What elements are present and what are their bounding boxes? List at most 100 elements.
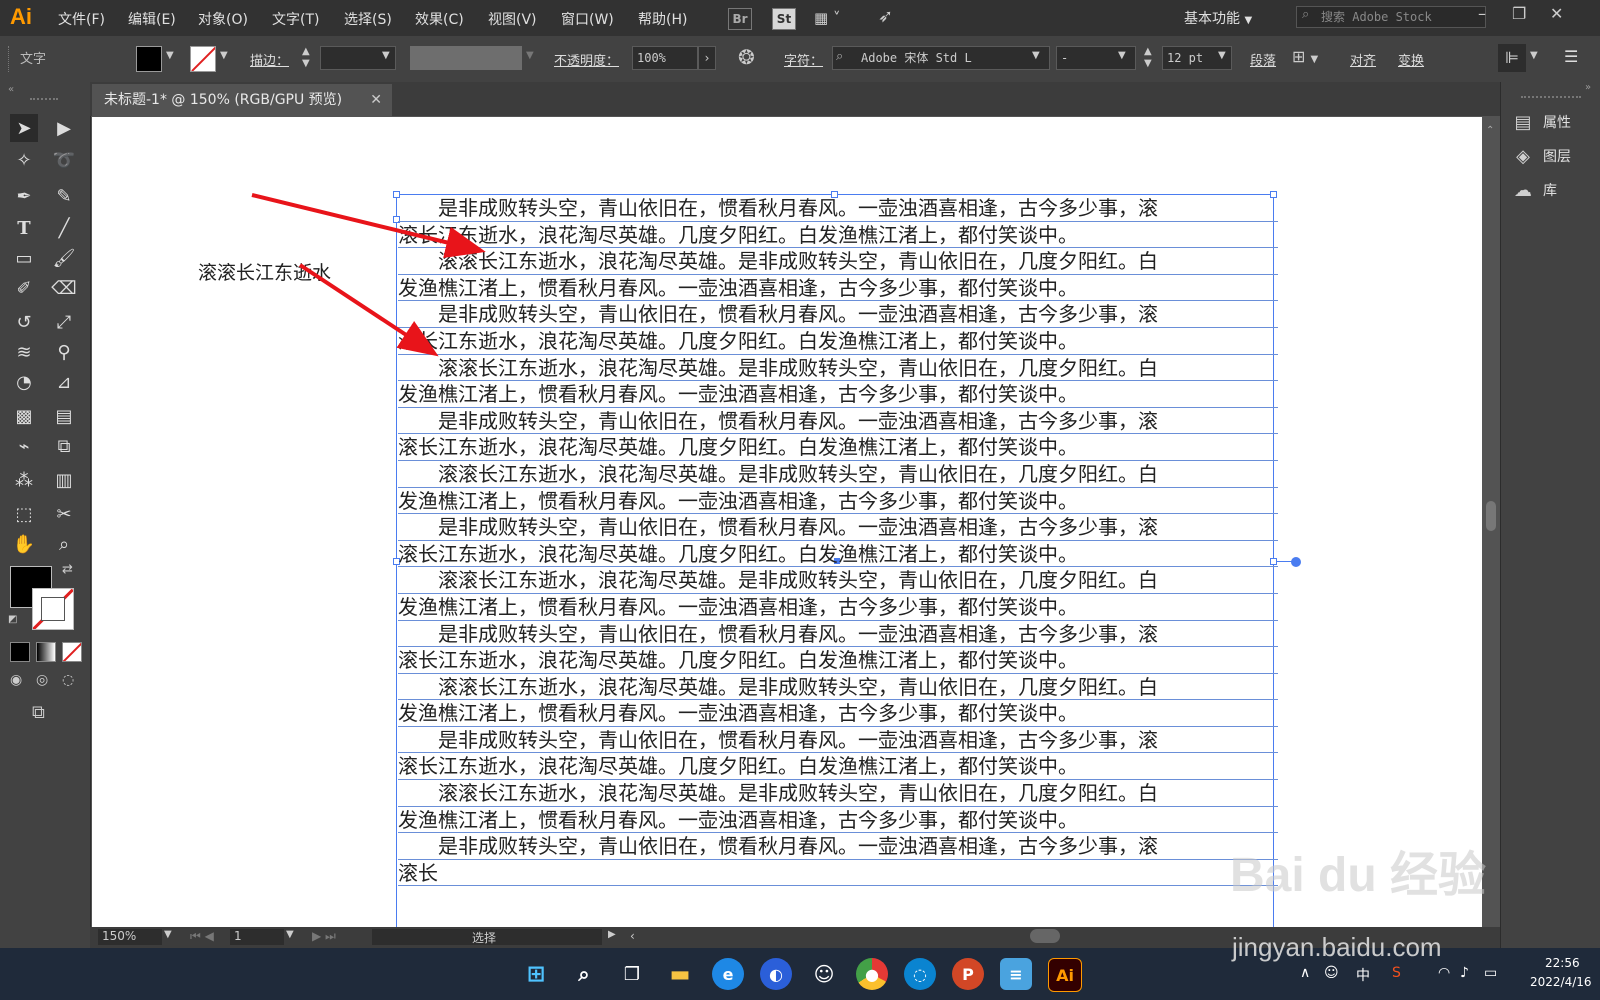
close-tab-icon[interactable]: ✕ (370, 84, 382, 116)
restore-icon[interactable]: ❐ (1512, 4, 1526, 23)
horizontal-scrollbar-thumb[interactable] (1030, 929, 1060, 943)
eraser-icon[interactable]: ⌫ (50, 274, 78, 302)
first-artboard-icon[interactable]: ⏮ ◀ (190, 929, 214, 944)
char-label[interactable]: 字符： (784, 50, 823, 69)
pen-tool-icon[interactable]: ✒ (10, 182, 38, 210)
workspace-switcher[interactable]: 基本功能 ▼ (1184, 8, 1252, 28)
symbol-sprayer-icon[interactable]: ⁂ (10, 466, 38, 494)
menu-file[interactable]: 文件(F) (58, 9, 105, 29)
gpu-rocket-icon[interactable]: ➶ (878, 6, 893, 27)
align-label[interactable]: 对齐 (1350, 50, 1376, 69)
font-size-stepper[interactable]: ▲ ▼ (1144, 46, 1152, 70)
vertical-scrollbar[interactable]: ⌃ (1482, 117, 1500, 927)
gradient-tool-icon[interactable]: ▤ (50, 402, 78, 430)
ime-indicator[interactable]: 中 (1356, 965, 1370, 985)
screen-mode-icon[interactable]: ⧉ (32, 702, 45, 723)
stroke-stepper[interactable]: ▲ ▼ (302, 46, 310, 70)
qq-tray-icon[interactable]: ☺ (1324, 965, 1339, 981)
libraries-panel-button[interactable]: ☁ 库 (1513, 176, 1593, 204)
default-colors-icon[interactable]: ◩ (8, 614, 17, 625)
rotate-tool-icon[interactable]: ↺ (10, 308, 38, 336)
opacity-field[interactable]: 100% (632, 46, 698, 70)
rectangle-tool-icon[interactable]: ▭ (10, 244, 38, 272)
paragraph-label[interactable]: 段落 (1250, 50, 1276, 69)
collapse-icon[interactable]: » (1585, 82, 1591, 93)
text-wrap-icon[interactable]: ⊫ (1498, 44, 1526, 72)
minimize-icon[interactable]: – (1478, 4, 1486, 23)
type-tool-icon[interactable]: T (10, 214, 38, 242)
chevron-down-icon[interactable]: ▼ (164, 929, 172, 940)
task-view-icon[interactable]: ❐ (616, 958, 648, 990)
chevron-up-icon[interactable]: ∧ (1300, 965, 1310, 981)
windows-start-icon[interactable]: ⊞ (520, 958, 552, 990)
chevron-down-icon[interactable]: ▼ (166, 50, 174, 61)
chevron-left-icon[interactable]: ‹ (630, 929, 635, 943)
scale-tool-icon[interactable]: ⤢ (50, 308, 78, 336)
none-mode-icon[interactable] (62, 642, 82, 662)
chevron-right-icon[interactable]: ▶ (608, 929, 616, 940)
direct-selection-tool-icon[interactable]: ▶ (50, 114, 78, 142)
eyedropper-icon[interactable]: ⌁ (10, 432, 38, 460)
draw-inside-icon[interactable]: ◌ (62, 672, 74, 688)
paintbrush-icon[interactable]: 🖌 (50, 244, 78, 272)
bridge-icon[interactable]: Br (728, 8, 752, 30)
clock-date[interactable]: 2022/4/16 (1530, 975, 1592, 989)
stock-search-input[interactable]: 搜索 Adobe Stock (1296, 6, 1486, 28)
puppet-warp-icon[interactable]: ⚲ (50, 338, 78, 366)
menu-window[interactable]: 窗口(W) (561, 9, 614, 29)
font-family-field[interactable]: Adobe 宋体 Std L (832, 46, 1050, 70)
stroke-swatch[interactable] (190, 46, 216, 72)
threaded-text-out-port[interactable] (1291, 557, 1301, 567)
chevron-down-icon[interactable]: ▼ (382, 50, 390, 61)
menu-edit[interactable]: 编辑(E) (128, 9, 176, 29)
swap-colors-icon[interactable]: ⇄ (62, 562, 73, 577)
magic-wand-icon[interactable]: ✧ (10, 146, 38, 174)
sogou-icon[interactable]: S (1392, 965, 1401, 981)
properties-panel-button[interactable]: ▤ 属性 (1513, 108, 1593, 136)
chevron-down-icon[interactable]: ▼ (286, 929, 294, 940)
qq-icon[interactable]: ☺ (808, 958, 840, 990)
close-icon[interactable]: ✕ (1550, 4, 1563, 23)
shaper-tool-icon[interactable]: ✐ (10, 274, 38, 302)
fill-swatch[interactable] (136, 46, 162, 72)
search-icon[interactable]: ⌕ (568, 958, 600, 990)
gradient-mode-icon[interactable] (36, 642, 56, 662)
variable-width-profile[interactable] (410, 46, 522, 70)
battery-icon[interactable]: ▭ (1484, 965, 1497, 981)
file-explorer-icon[interactable]: ▬ (664, 958, 696, 990)
perspective-grid-icon[interactable]: ⊿ (50, 368, 78, 396)
clock-time[interactable]: 22:56 (1545, 956, 1580, 970)
menu-lines-icon[interactable]: ☰ (1564, 47, 1578, 66)
stock-icon[interactable]: St (772, 8, 796, 30)
blend-tool-icon[interactable]: ⧉ (50, 432, 78, 460)
free-text-object[interactable]: 滚滚长江东逝水 (198, 258, 331, 285)
chevron-down-icon[interactable]: ▼ (1218, 50, 1226, 61)
color-mode-icon[interactable] (10, 642, 30, 662)
menu-object[interactable]: 对象(O) (198, 9, 248, 29)
column-graph-icon[interactable]: ▥ (50, 466, 78, 494)
browser-icon[interactable]: ◐ (760, 958, 792, 990)
artboard-number-field[interactable]: 1 (230, 929, 284, 945)
chevron-down-icon[interactable]: ▼ (1032, 50, 1040, 61)
slice-tool-icon[interactable]: ✂ (50, 500, 78, 528)
transform-label[interactable]: 变换 (1398, 50, 1424, 69)
area-text-content[interactable]: 是非成败转头空，青山依旧在，惯看秋月春风。一壶浊酒喜相逢，古今多少事，滚 滚长江东… (398, 195, 1278, 887)
zoom-tool-icon[interactable]: ⌕ (50, 530, 78, 558)
curvature-tool-icon[interactable]: ✎ (50, 182, 78, 210)
line-tool-icon[interactable]: ╱ (50, 214, 78, 242)
menu-view[interactable]: 视图(V) (488, 9, 537, 29)
collapse-icon[interactable]: « (8, 84, 14, 95)
menu-select[interactable]: 选择(S) (344, 9, 392, 29)
illustrator-taskbar-icon[interactable]: Ai (1048, 958, 1082, 992)
artboard-tool-icon[interactable]: ⬚ (10, 500, 38, 528)
hand-tool-icon[interactable]: ✋ (10, 530, 38, 558)
zoom-field[interactable]: 150% (98, 929, 162, 945)
powerpoint-icon[interactable]: P (952, 958, 984, 990)
scrollbar-thumb[interactable] (1486, 501, 1496, 531)
layers-panel-button[interactable]: ◈ 图层 (1513, 142, 1593, 170)
stroke-label[interactable]: 描边： (250, 50, 289, 69)
menu-type[interactable]: 文字(T) (272, 9, 319, 29)
recolor-icon[interactable]: ❂ (738, 45, 755, 69)
arrange-documents-icon[interactable]: ▦ ˅ (814, 9, 840, 27)
selection-tool-icon[interactable]: ➤ (10, 114, 38, 142)
